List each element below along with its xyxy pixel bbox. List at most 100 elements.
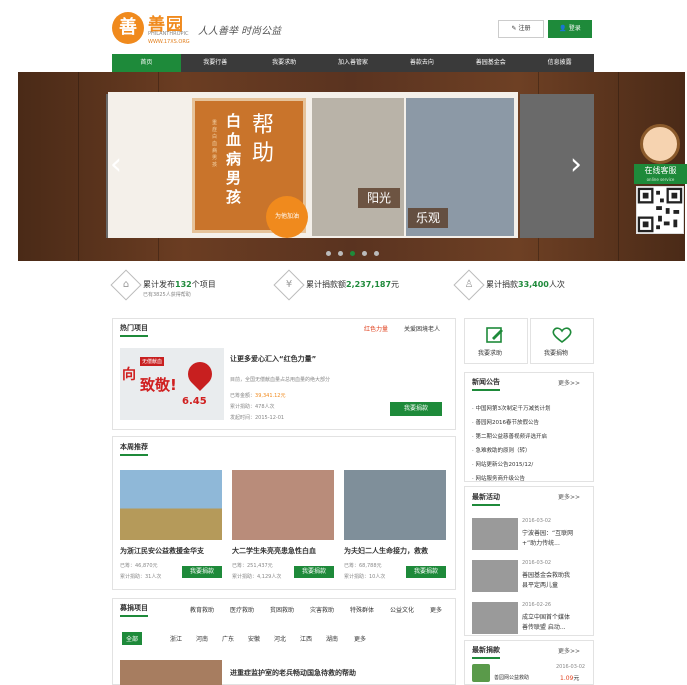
tab-elderly-care[interactable]: 关爱困境老人	[404, 324, 440, 333]
weekly-donate-button-1[interactable]: 我要捐款	[182, 566, 222, 578]
weekly-card-title-2[interactable]: 大二学生朱亮亮患急性白血	[232, 546, 336, 556]
qr-code-icon	[636, 186, 684, 234]
category-more[interactable]: 更多	[430, 605, 442, 614]
nav-fund-usage[interactable]: 善款去向	[387, 54, 456, 72]
activity-text-2b[interactable]: 县平定两儿童	[522, 580, 558, 589]
activities-title: 最新活动	[472, 492, 500, 506]
region-more[interactable]: 更多	[354, 634, 366, 643]
nav-join-steward[interactable]: 加入善管家	[319, 54, 388, 72]
hot-project-desc: 目前，全国无偿献血量占总用血量的绝大部分	[230, 377, 331, 383]
region-anhui[interactable]: 安徽	[248, 634, 260, 643]
weekly-card-image-2[interactable]	[232, 470, 334, 540]
news-item[interactable]: · 中国网第3次制定千万减贫计划	[472, 404, 584, 412]
banner-photo-student	[312, 98, 404, 236]
hot-date: 发起时间：2015-12-01	[230, 415, 285, 421]
activities-more-link[interactable]: 更多>>	[558, 492, 580, 501]
activity-image-2[interactable]	[472, 560, 518, 592]
fundraising-item-image[interactable]	[120, 660, 222, 685]
category-special-groups[interactable]: 特殊群体	[350, 605, 374, 614]
weekly-card-donors-3: 累计捐助：10人次	[344, 574, 386, 580]
category-culture[interactable]: 公益文化	[390, 605, 414, 614]
activity-text-3a[interactable]: 成立中国首个媒体	[522, 612, 570, 621]
hot-image-tag: 无偿献血	[140, 357, 165, 366]
weekly-card-raised-2: 已筹：251,437元	[232, 563, 273, 569]
activity-image-3[interactable]	[472, 602, 518, 634]
news-item[interactable]: · 善园网2016春节放假公告	[472, 418, 584, 426]
donation-amount: 1.09元	[560, 675, 580, 682]
hot-donate-button[interactable]: 我要捐款	[390, 402, 442, 416]
nav-disclosure[interactable]: 信息披露	[525, 54, 594, 72]
weekly-card-title-1[interactable]: 为浙江民安公益救援金华支	[120, 546, 224, 556]
seek-help-label: 我要求助	[478, 350, 503, 357]
stat-projects: 累计发布132个项目	[143, 280, 216, 289]
activity-text-1a[interactable]: 宁波善园：“互联网	[522, 528, 573, 537]
heart-icon	[552, 327, 572, 344]
category-disaster[interactable]: 灾害救助	[310, 605, 334, 614]
fundraising-item-title[interactable]: 进重症监护室的老兵畅动国急待救的帮助	[230, 668, 356, 678]
region-all[interactable]: 全部	[122, 632, 143, 645]
weekly-donate-button-2[interactable]: 我要捐款	[294, 566, 334, 578]
news-more-link[interactable]: 更多>>	[558, 378, 580, 387]
house-icon: ⌂	[122, 279, 130, 290]
logo-mark[interactable]: 善	[112, 12, 144, 44]
region-zhejiang[interactable]: 浙江	[170, 634, 182, 643]
login-button[interactable]: 👤 登录	[548, 20, 592, 38]
edit-icon	[486, 327, 503, 343]
yen-icon: ¥	[285, 279, 293, 290]
banner-right-photo	[520, 94, 594, 238]
slogan: 人人善举 时尚公益	[198, 26, 282, 37]
banner-prev-arrow-icon[interactable]: ‹	[110, 150, 122, 180]
region-jiangxi[interactable]: 江西	[300, 634, 312, 643]
hot-donors: 累计捐助：478人次	[230, 404, 275, 410]
hot-image-amount: 6.45	[182, 396, 207, 407]
nav-donate[interactable]: 我要行善	[181, 54, 250, 72]
activity-text-2a[interactable]: 善园基金会救助我	[522, 570, 570, 579]
carousel-dot-active[interactable]	[350, 251, 355, 256]
news-item[interactable]: · 急难救助的原则（转）	[472, 446, 584, 454]
hot-image-line1: 向	[122, 367, 136, 383]
carousel-dot[interactable]	[338, 251, 343, 256]
activity-date-3: 2016-02-26	[522, 602, 552, 608]
weekly-card-title-3[interactable]: 为夫妇二人生命接力，救救	[344, 546, 448, 556]
carousel-dot[interactable]	[362, 251, 367, 256]
carousel-dot[interactable]	[374, 251, 379, 256]
news-item[interactable]: · 网站服务商升级公告	[472, 474, 584, 482]
banner-next-arrow-icon[interactable]: ›	[570, 150, 582, 180]
region-hebei[interactable]: 河北	[274, 634, 286, 643]
hot-project-title[interactable]: 让更多爱心汇入“红色力量”	[230, 354, 316, 364]
weekly-card-image-3[interactable]	[344, 470, 446, 540]
activity-text-1b[interactable]: +”助力传统...	[522, 538, 560, 547]
region-hunan[interactable]: 湖南	[326, 634, 338, 643]
weekly-donate-button-3[interactable]: 我要捐款	[406, 566, 446, 578]
register-button[interactable]: ✎ 注册	[498, 20, 544, 38]
hot-projects-title: 热门项目	[120, 323, 148, 337]
carousel-dot[interactable]	[326, 251, 331, 256]
main-nav: 首页 我要行善 我要求助 加入善管家 善款去向 善园基金会 信息披露	[112, 54, 594, 72]
customer-service-avatar[interactable]	[640, 124, 680, 164]
category-education[interactable]: 教育救助	[190, 605, 214, 614]
news-item[interactable]: · 网站更新公告2015/12/	[472, 460, 584, 468]
stat-amount: 累计捐款额2,237,187元	[306, 280, 400, 289]
nav-foundation[interactable]: 善园基金会	[456, 54, 525, 72]
activity-image-1[interactable]	[472, 518, 518, 550]
tab-red-power[interactable]: 红色力量	[364, 324, 388, 333]
nav-seek-help[interactable]: 我要求助	[250, 54, 319, 72]
news-item[interactable]: · 第二期公益慈善视频评选开启	[472, 432, 584, 440]
donations-more-link[interactable]: 更多>>	[558, 646, 580, 655]
category-poverty[interactable]: 贫困救助	[270, 605, 294, 614]
banner-help-word: 帮助	[252, 113, 275, 166]
activity-date-2: 2016-03-02	[522, 560, 552, 566]
donation-date: 2016-03-02	[556, 664, 586, 670]
nav-home[interactable]: 首页	[112, 54, 181, 72]
category-medical[interactable]: 医疗救助	[230, 605, 254, 614]
banner-cheer-button[interactable]: 为他加油	[266, 196, 308, 238]
donate-items-label: 我要捐物	[544, 350, 569, 357]
weekly-card-image-1[interactable]	[120, 470, 222, 540]
weekly-card-donors-1: 累计捐助：31人次	[120, 574, 162, 580]
activity-text-3b[interactable]: 善传联盟 启动...	[522, 622, 566, 631]
region-guangdong[interactable]: 广东	[222, 634, 234, 643]
weekly-card-donors-2: 累计捐助：4,129人次	[232, 574, 282, 580]
region-henan[interactable]: 河南	[196, 634, 208, 643]
hot-image-line2: 致敬!	[140, 376, 177, 394]
person-icon: ♙	[464, 279, 474, 290]
